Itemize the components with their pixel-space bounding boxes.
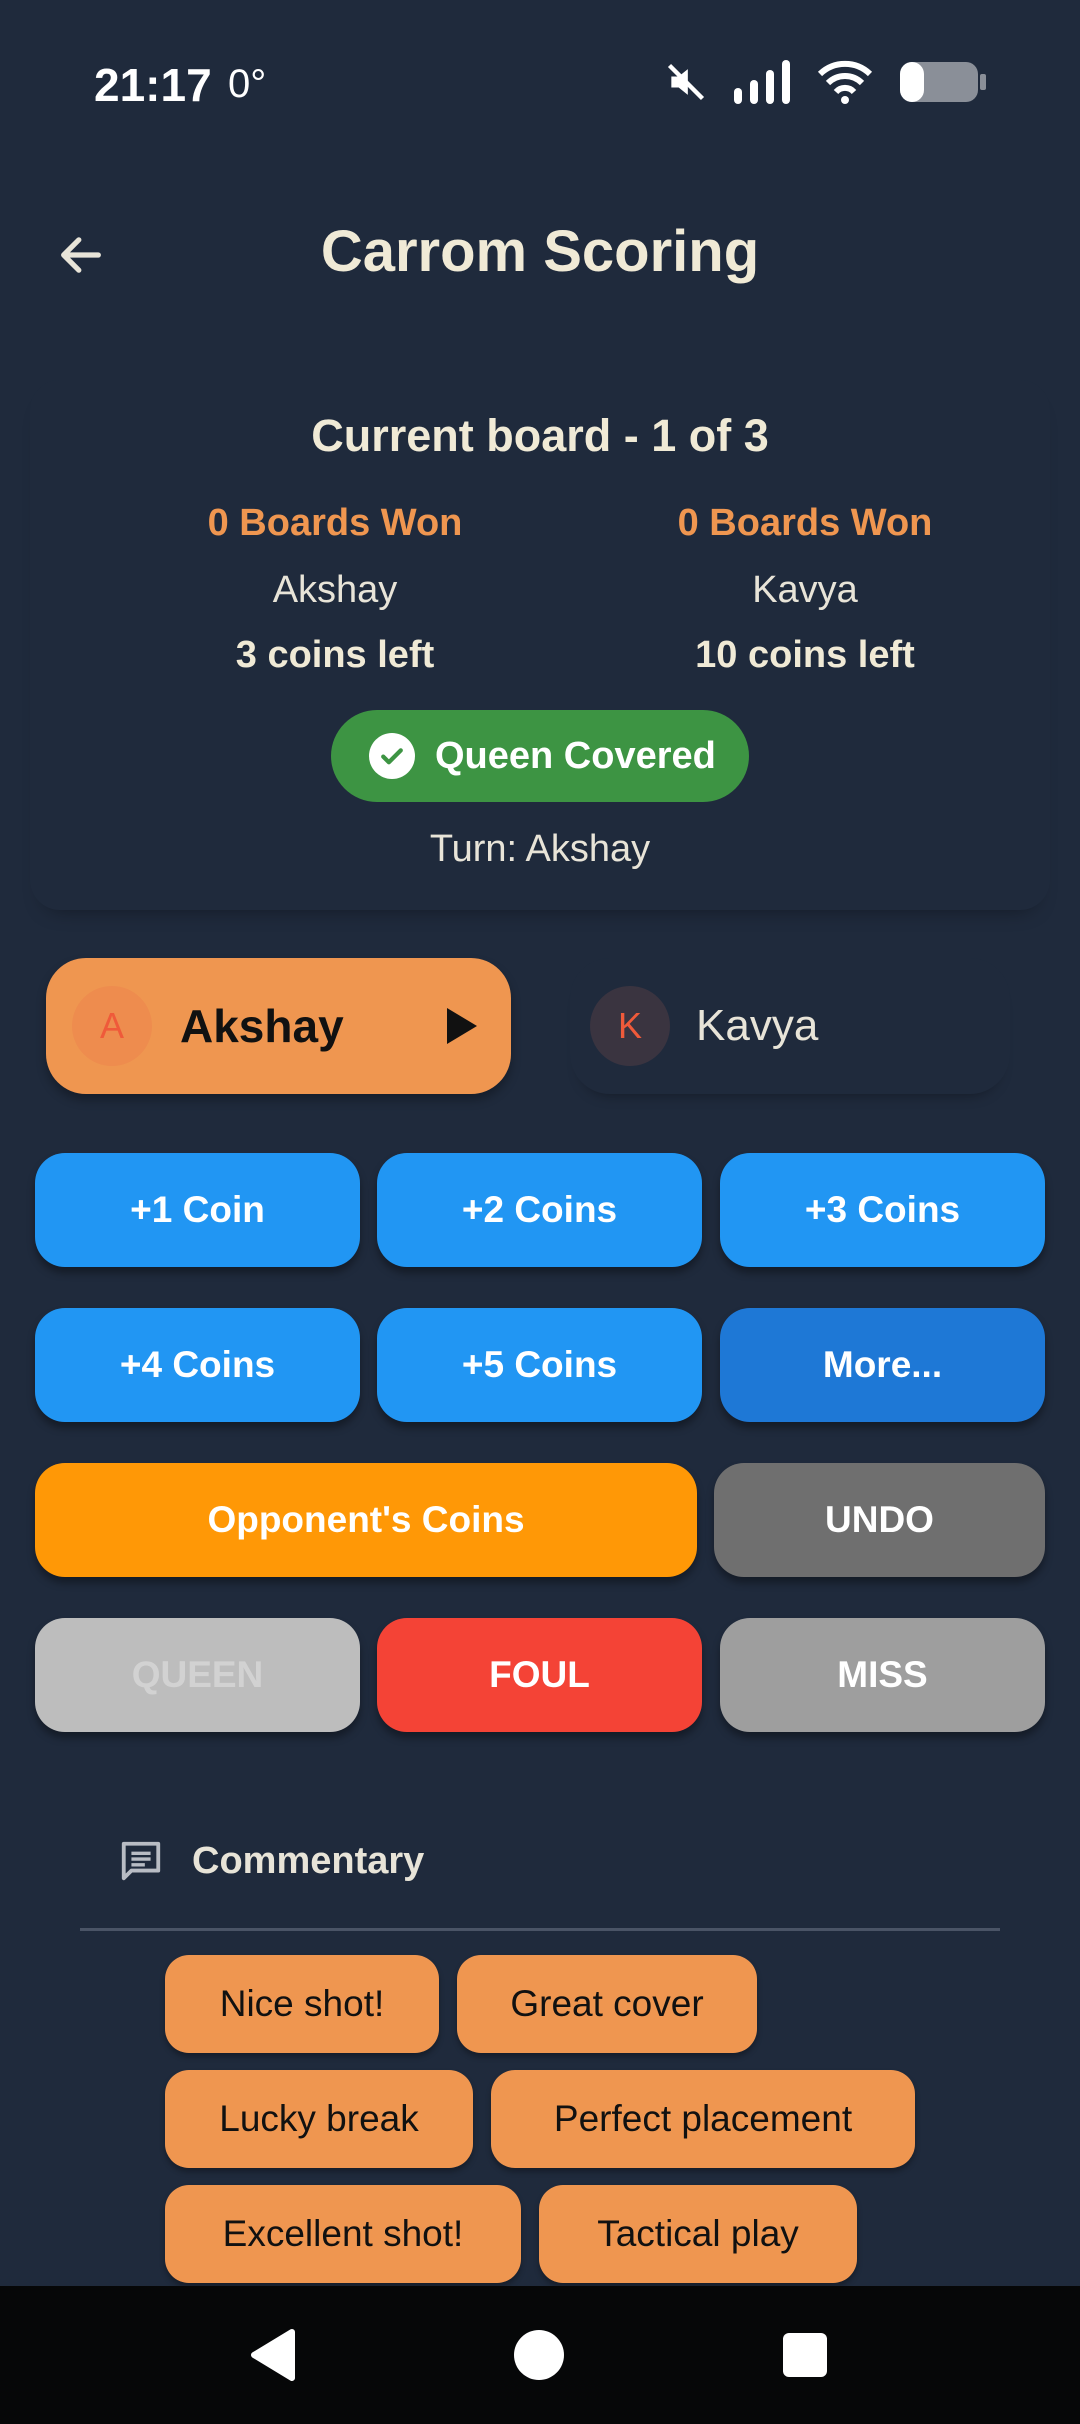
coins-left: 3 coins left	[235, 634, 435, 676]
mute-icon	[664, 60, 708, 109]
boards-won-count: 0 Boards Won	[207, 502, 463, 544]
app-bar: Carrom Scoring	[0, 190, 1080, 320]
coins-left: 10 coins left	[695, 634, 915, 676]
commentary-title: Commentary	[192, 1839, 425, 1882]
player-summary-akshay: 0 Boards Won Akshay 3 coins left	[115, 502, 555, 677]
status-temperature: 0°	[228, 62, 267, 106]
system-nav-bar	[0, 2286, 1080, 2424]
commentary-chip[interactable]: Great cover	[457, 1955, 757, 2053]
player-summary-kavya: 0 Boards Won Kavya 10 coins left	[585, 502, 1025, 677]
battery-icon	[898, 60, 988, 109]
nav-home-button[interactable]	[494, 2310, 584, 2400]
avatar: A	[72, 986, 152, 1066]
commentary-chip[interactable]: Tactical play	[539, 2185, 857, 2283]
status-bar: 21:17 0°	[0, 0, 1080, 170]
add-1-coin-button[interactable]: +1 Coin	[35, 1153, 360, 1267]
divider	[80, 1928, 1000, 1931]
player-tab-akshay[interactable]: A Akshay	[46, 958, 511, 1094]
add-5-coins-button[interactable]: +5 Coins	[377, 1308, 702, 1422]
queen-button[interactable]: QUEEN	[35, 1618, 360, 1732]
status-time: 21:17	[94, 59, 212, 111]
more-coins-button[interactable]: More...	[720, 1308, 1045, 1422]
player-name: Akshay	[272, 569, 398, 611]
nav-home-icon	[514, 2330, 564, 2380]
commentary-chip[interactable]: Perfect placement	[491, 2070, 915, 2168]
board-progress-title: Current board - 1 of 3	[311, 410, 769, 461]
nav-back-icon	[251, 2329, 295, 2381]
avatar: K	[590, 986, 670, 1066]
turn-indicator: Turn: Akshay	[429, 828, 651, 870]
commentary-chip[interactable]: Excellent shot!	[165, 2185, 521, 2283]
comment-icon	[121, 1841, 161, 1881]
nav-back-button[interactable]	[228, 2310, 318, 2400]
nav-recents-button[interactable]	[760, 2310, 850, 2400]
player-tab-kavya[interactable]: K Kavya	[570, 958, 1010, 1094]
foul-button[interactable]: FOUL	[377, 1618, 702, 1732]
play-icon	[447, 1008, 477, 1049]
undo-button[interactable]: UNDO	[714, 1463, 1045, 1577]
queen-status-label: Queen Covered	[435, 734, 716, 777]
add-3-coins-button[interactable]: +3 Coins	[720, 1153, 1045, 1267]
status-icons	[664, 60, 988, 109]
player-tab-label: Kavya	[696, 1001, 819, 1050]
commentary-header: Commentary	[118, 1838, 424, 1884]
nav-recents-icon	[783, 2333, 827, 2377]
commentary-chip[interactable]: Lucky break	[165, 2070, 473, 2168]
screen: 21:17 0° Carrom Scoring Current board - …	[0, 0, 1080, 2424]
commentary-chip[interactable]: Nice shot!	[165, 1955, 439, 2053]
boards-won-count: 0 Boards Won	[677, 502, 933, 544]
player-name: Kavya	[752, 569, 858, 611]
add-4-coins-button[interactable]: +4 Coins	[35, 1308, 360, 1422]
opponents-coins-button[interactable]: Opponent's Coins	[35, 1463, 697, 1577]
player-tab-label: Akshay	[180, 1000, 344, 1052]
add-2-coins-button[interactable]: +2 Coins	[377, 1153, 702, 1267]
board-info-card: Current board - 1 of 3 0 Boards Won Aksh…	[30, 380, 1050, 910]
miss-button[interactable]: MISS	[720, 1618, 1045, 1732]
wifi-icon	[817, 60, 873, 109]
page-title: Carrom Scoring	[320, 219, 760, 284]
queen-status-badge: Queen Covered	[331, 710, 749, 802]
signal-icon	[734, 60, 792, 109]
check-circle-icon	[369, 733, 415, 779]
